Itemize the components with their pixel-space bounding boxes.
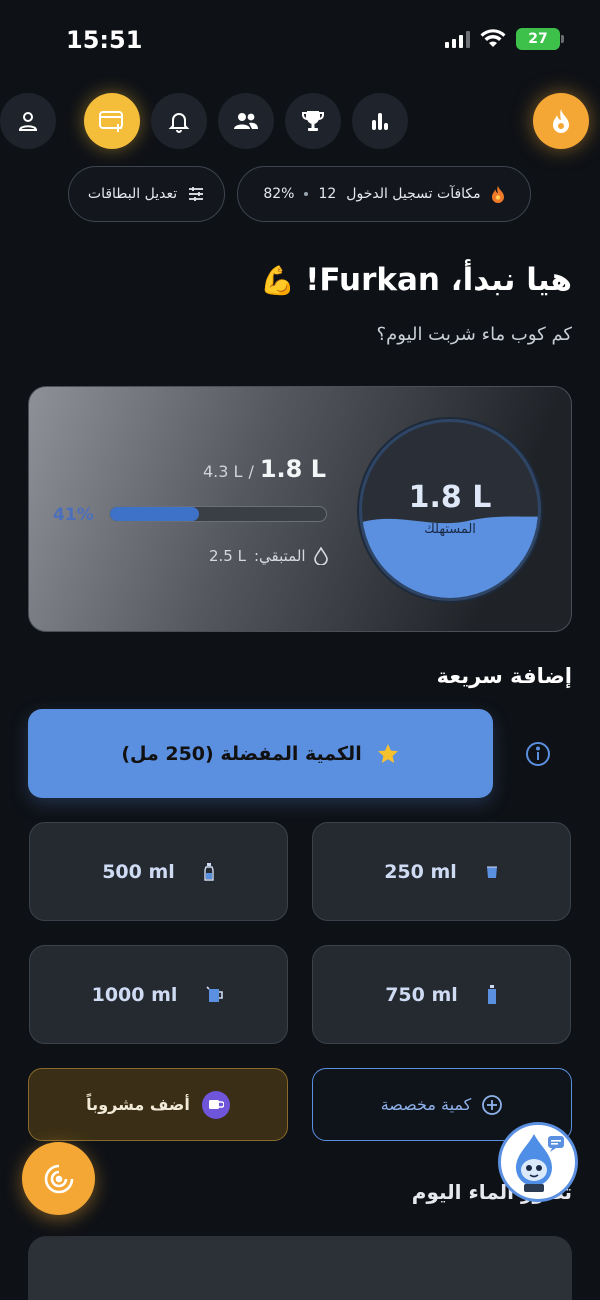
info-icon xyxy=(526,742,550,766)
edit-cards-label: تعديل البطاقات xyxy=(87,186,178,202)
rewards-label: مكافآت تسجيل الدخول xyxy=(346,186,481,202)
target-icon xyxy=(44,1164,73,1193)
flame-icon xyxy=(553,109,569,133)
goal-total: 4.3 L xyxy=(202,462,243,481)
star-icon xyxy=(377,743,398,763)
card-add-icon xyxy=(99,111,123,132)
rewards-percent: 82% xyxy=(263,186,295,202)
group-icon xyxy=(234,113,258,129)
friends-button[interactable] xyxy=(218,93,274,149)
user-icon xyxy=(18,112,38,131)
quick-add-title: إضافة سريعة xyxy=(436,664,572,688)
rewards-streak: 12 xyxy=(318,186,337,202)
notifications-button[interactable] xyxy=(151,93,207,149)
add-drink-button[interactable]: أضف مشروباً xyxy=(28,1068,288,1141)
greeting: هيا نبدأ، Furkan! 💪 xyxy=(260,262,572,298)
info-button[interactable] xyxy=(520,736,556,772)
signal-icon xyxy=(445,30,470,48)
history-card xyxy=(28,1236,572,1300)
add-750ml-button[interactable]: 750 ml xyxy=(312,945,571,1044)
subtitle: كم كوب ماء شربت اليوم؟ xyxy=(376,324,572,345)
status-icons: 27 xyxy=(445,28,564,50)
greeting-text: هيا نبدأ، Furkan! xyxy=(305,262,572,298)
water-drop-mascot-icon xyxy=(516,1134,564,1192)
streak-button[interactable] xyxy=(533,93,589,149)
progress-bar xyxy=(109,506,327,522)
add-250ml-button[interactable]: 250 ml xyxy=(312,822,571,921)
amount-label: 1000 ml xyxy=(91,983,178,1006)
tracker-fab-button[interactable] xyxy=(22,1142,95,1215)
consumed-amount: 1.8 L xyxy=(259,455,326,483)
trophy-icon xyxy=(302,111,324,131)
add-1000ml-button[interactable]: 1000 ml xyxy=(29,945,288,1044)
water-glass-gauge: 1.8 L المستهلك xyxy=(359,419,541,601)
progress-bar-fill xyxy=(110,507,199,521)
glass-value: 1.8 L xyxy=(408,480,492,515)
flame-small-icon xyxy=(491,186,504,203)
sliders-icon xyxy=(189,187,204,201)
login-rewards-chip[interactable]: 82% 12 مكافآت تسجيل الدخول xyxy=(237,166,531,222)
battery-level: 27 xyxy=(528,31,548,47)
status-time: 15:51 xyxy=(66,26,143,54)
achievements-button[interactable] xyxy=(285,93,341,149)
favorite-amount-button[interactable]: الكمية المفضلة (250 مل) xyxy=(28,709,493,798)
amount-label: 750 ml xyxy=(385,983,458,1006)
amount-label: 500 ml xyxy=(102,860,175,883)
progress-percent: 41% xyxy=(53,505,94,525)
glass-label: المستهلك xyxy=(424,522,476,537)
wifi-icon xyxy=(480,29,506,47)
bottle-icon xyxy=(487,984,496,1004)
edit-cards-chip[interactable]: تعديل البطاقات xyxy=(68,166,225,222)
custom-amount-label: كمية مخصصة xyxy=(380,1095,472,1114)
cards-button[interactable] xyxy=(84,93,140,149)
cup-icon xyxy=(201,1090,230,1119)
jug-icon xyxy=(206,985,224,1002)
bell-icon xyxy=(168,113,190,133)
remaining-label: المتبقي: xyxy=(253,547,306,565)
remaining-row: المتبقي: 2.5 L xyxy=(209,547,328,565)
goal-summary: 4.3 L / 1.8 L xyxy=(203,455,326,483)
add-500ml-button[interactable]: 500 ml xyxy=(29,822,288,921)
water-drop-icon xyxy=(313,547,328,565)
mascot-assistant-button[interactable] xyxy=(498,1122,578,1202)
add-drink-label: أضف مشروباً xyxy=(86,1095,190,1114)
favorite-amount-label: الكمية المفضلة (250 مل) xyxy=(121,742,362,765)
bottle-small-icon xyxy=(204,862,214,881)
plus-circle-icon xyxy=(482,1094,503,1115)
bar-chart-icon xyxy=(372,113,388,130)
separator-dot xyxy=(304,192,309,196)
hydration-card: 4.3 L / 1.8 L 41% المتبقي: 2.5 L 1.8 L ا… xyxy=(28,386,572,632)
profile-button[interactable] xyxy=(0,93,56,149)
remaining-value: 2.5 L xyxy=(209,547,246,565)
stats-button[interactable] xyxy=(352,93,408,149)
goal-separator: / xyxy=(248,462,254,481)
amount-label: 250 ml xyxy=(384,860,457,883)
glass-icon xyxy=(486,866,497,878)
battery-indicator: 27 xyxy=(516,28,564,50)
muscle-emoji-icon: 💪 xyxy=(260,263,296,297)
